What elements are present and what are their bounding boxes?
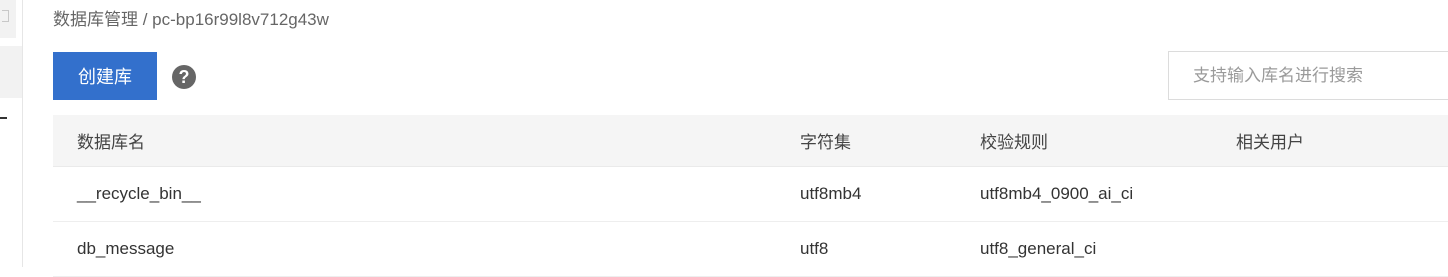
- header-collation: 校验规则: [980, 133, 1048, 152]
- left-rail: [0, 0, 23, 267]
- cell-charset: utf8mb4: [800, 184, 862, 203]
- table-row: db_message utf8 utf8_general_ci: [53, 222, 1448, 277]
- search-input[interactable]: [1169, 52, 1448, 99]
- header-related-users: 相关用户: [1236, 133, 1304, 152]
- collapse-dash-icon: [0, 117, 7, 119]
- search-box[interactable]: [1168, 51, 1448, 100]
- breadcrumb-section[interactable]: 数据库管理: [53, 10, 138, 29]
- rail-menu-item-active[interactable]: [0, 46, 22, 119]
- cell-database-name: __recycle_bin__: [77, 184, 201, 203]
- question-circle-icon[interactable]: ?: [172, 65, 196, 89]
- breadcrumb: 数据库管理 / pc-bp16r99l8v712g43w: [53, 5, 329, 30]
- table-header: 数据库名 字符集 校验规则 相关用户: [53, 115, 1448, 167]
- database-table: 数据库名 字符集 校验规则 相关用户 __recycle_bin__ utf8m…: [53, 115, 1448, 277]
- cell-collation: utf8_general_ci: [980, 239, 1097, 258]
- rail-item-icon: [2, 10, 9, 22]
- header-database-name: 数据库名: [77, 133, 145, 152]
- cell-charset: utf8: [800, 239, 829, 258]
- create-database-button[interactable]: 创建库: [53, 52, 157, 100]
- table-row: __recycle_bin__ utf8mb4 utf8mb4_0900_ai_…: [53, 167, 1448, 222]
- rail-menu-item[interactable]: [0, 0, 16, 38]
- breadcrumb-instance: pc-bp16r99l8v712g43w: [152, 10, 329, 29]
- header-charset: 字符集: [800, 133, 851, 152]
- cell-collation: utf8mb4_0900_ai_ci: [980, 184, 1134, 203]
- cell-database-name: db_message: [77, 239, 175, 258]
- breadcrumb-separator: /: [138, 10, 153, 29]
